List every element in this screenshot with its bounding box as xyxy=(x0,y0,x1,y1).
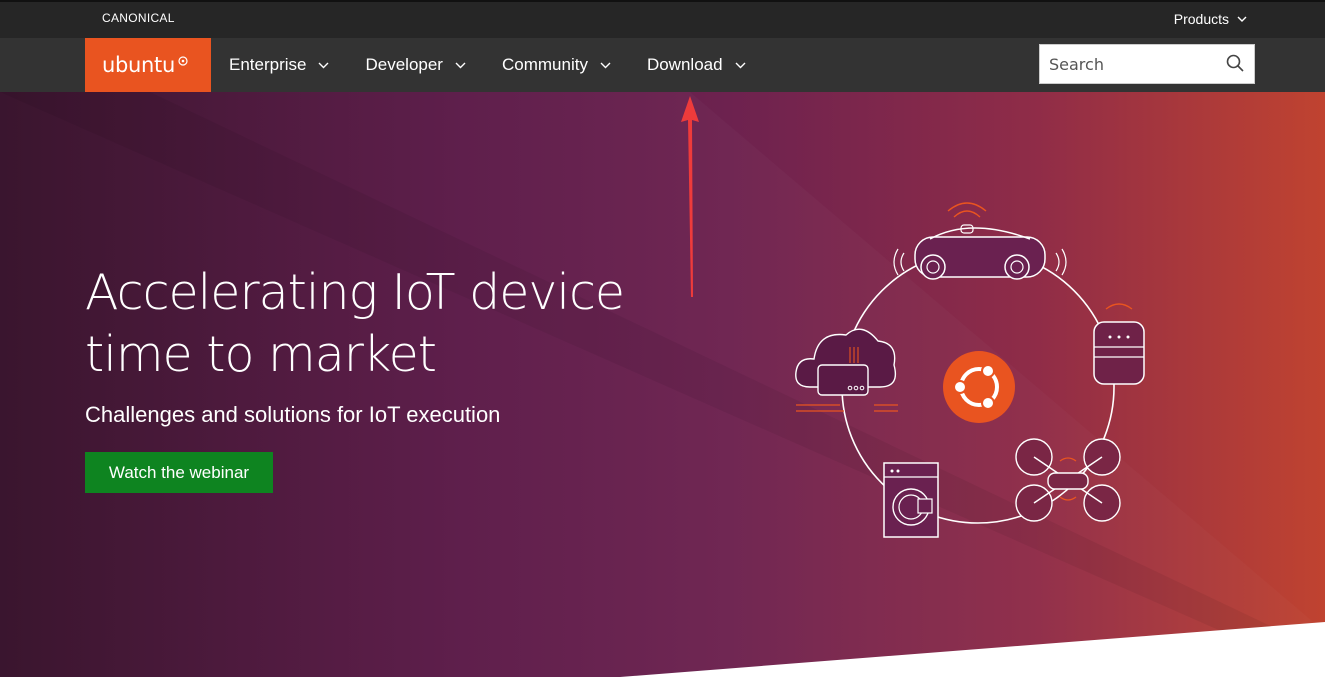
ubuntu-circle-icon xyxy=(943,351,1015,423)
logo-text: ubuntu xyxy=(102,53,176,77)
annotation-arrow-icon xyxy=(681,96,699,297)
nav-menu: Enterprise Developer Community Download xyxy=(211,38,764,92)
nav-item-label: Developer xyxy=(365,55,443,74)
top-edge xyxy=(0,0,1325,2)
chevron-down-icon xyxy=(318,62,329,68)
search-input[interactable] xyxy=(1040,54,1210,74)
nav-item-download[interactable]: Download xyxy=(629,38,764,92)
chevron-down-icon xyxy=(600,62,611,68)
search-box xyxy=(1039,44,1255,84)
search-icon[interactable] xyxy=(1226,54,1244,72)
canonical-logo[interactable]: CANONICAL xyxy=(102,11,175,25)
hero-headline: Accelerating IoT device time to market xyxy=(85,262,705,386)
canonical-bar: CANONICAL Products xyxy=(0,0,1325,38)
chevron-down-icon xyxy=(735,62,746,68)
chevron-down-icon xyxy=(1237,16,1247,22)
nav-item-community[interactable]: Community xyxy=(484,38,629,92)
circle-of-friends-icon xyxy=(178,56,188,66)
speaker-icon xyxy=(1093,303,1145,385)
headline-line-1: Accelerating IoT device xyxy=(85,264,625,321)
nav-item-enterprise[interactable]: Enterprise xyxy=(211,38,347,92)
car-icon xyxy=(893,202,1067,280)
iot-illustration xyxy=(795,202,1145,538)
watermark: https://blog.csdn.net/fangkang7 xyxy=(1121,652,1316,668)
cloud-router-icon xyxy=(795,328,898,412)
nav-item-label: Enterprise xyxy=(229,55,307,74)
nav-item-label: Download xyxy=(646,55,723,74)
hero-banner: Accelerating IoT device time to market C… xyxy=(0,92,1325,677)
main-nav: ubuntu Enterprise Developer Community Do… xyxy=(0,38,1325,92)
products-label: Products xyxy=(1173,11,1229,27)
washing-machine-icon xyxy=(883,462,939,538)
watch-webinar-button[interactable]: Watch the webinar xyxy=(85,452,273,493)
hero-subhead: Challenges and solutions for IoT executi… xyxy=(85,402,501,427)
drone-icon xyxy=(1015,438,1121,522)
chevron-down-icon xyxy=(455,62,466,68)
nav-item-label: Community xyxy=(501,55,588,74)
ubuntu-logo[interactable]: ubuntu xyxy=(85,38,211,92)
headline-line-2: time to market xyxy=(85,326,437,383)
nav-item-developer[interactable]: Developer xyxy=(347,38,484,92)
products-menu[interactable]: Products xyxy=(1174,11,1247,27)
